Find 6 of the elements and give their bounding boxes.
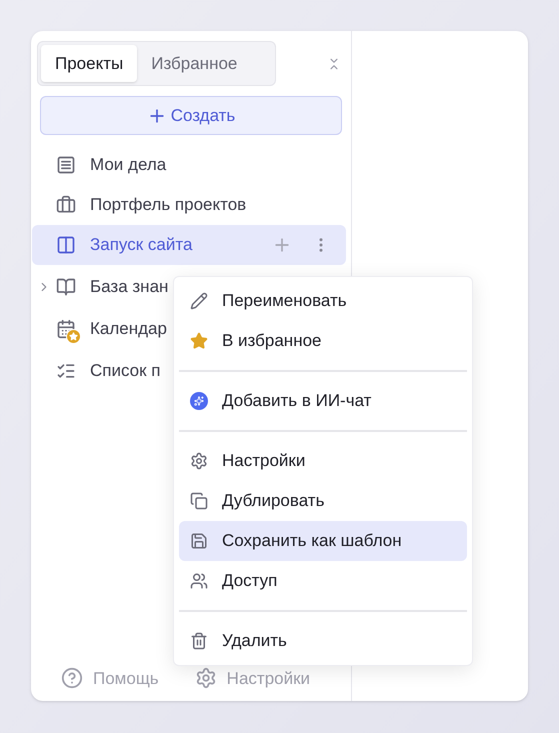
item-label: Мои дела [90,154,166,176]
item-label: Календар [90,318,167,340]
item-label: Запуск сайта [90,234,192,256]
item-label: Портфель проектов [90,194,246,216]
item-label: Список п [90,360,160,382]
item-label: База знан [90,276,168,298]
